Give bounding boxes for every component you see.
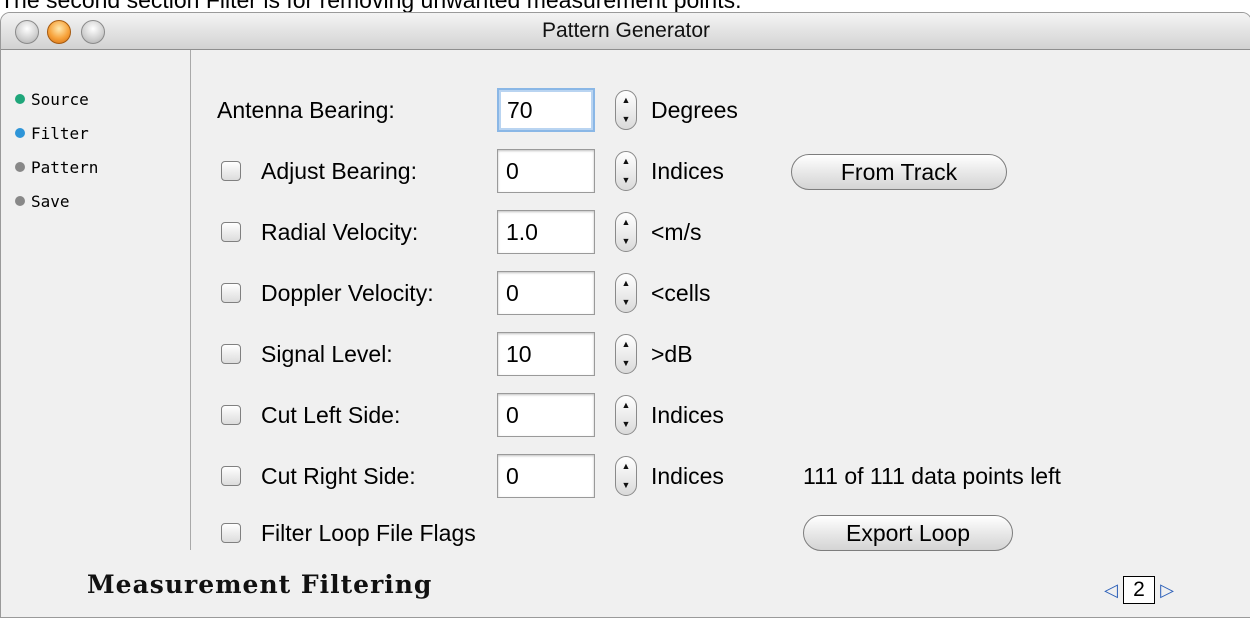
sidebar-item-pattern[interactable]: Pattern bbox=[15, 156, 98, 178]
cut-right-side-checkbox[interactable] bbox=[221, 466, 241, 486]
cut-right-side-unit: Indices bbox=[651, 463, 724, 489]
filter-loop-file-flags-checkbox[interactable] bbox=[221, 523, 241, 543]
section-title: Measurement Filtering bbox=[87, 570, 433, 599]
cut-right-side-input[interactable]: 0 bbox=[497, 454, 595, 498]
stepper-down-icon[interactable]: ▼ bbox=[616, 110, 636, 129]
pattern-generator-window: Pattern Generator Source Filter Pattern … bbox=[0, 12, 1250, 618]
export-loop-button[interactable]: Export Loop bbox=[803, 515, 1013, 551]
stepper-down-icon[interactable]: ▼ bbox=[616, 354, 636, 373]
radial-velocity-checkbox[interactable] bbox=[221, 222, 241, 242]
sidebar-item-label: Save bbox=[31, 191, 70, 211]
antenna-bearing-stepper[interactable]: ▲ ▼ bbox=[615, 90, 637, 130]
adjust-bearing-unit: Indices bbox=[651, 158, 724, 184]
signal-level-unit: >dB bbox=[651, 341, 693, 367]
stepper-down-icon[interactable]: ▼ bbox=[616, 232, 636, 251]
sidebar-item-source[interactable]: Source bbox=[15, 88, 89, 110]
caption-text: The second section Filter is for removin… bbox=[0, 0, 1250, 12]
steps-sidebar: Source Filter Pattern Save bbox=[1, 50, 191, 550]
step-status-dot bbox=[15, 196, 25, 206]
stepper-up-icon[interactable]: ▲ bbox=[616, 274, 636, 293]
stepper-down-icon[interactable]: ▼ bbox=[616, 293, 636, 312]
adjust-bearing-input[interactable]: 0 bbox=[497, 149, 595, 193]
cut-left-side-stepper[interactable]: ▲ ▼ bbox=[615, 395, 637, 435]
sidebar-item-label: Filter bbox=[31, 123, 89, 143]
stepper-up-icon[interactable]: ▲ bbox=[616, 91, 636, 110]
adjust-bearing-checkbox[interactable] bbox=[221, 161, 241, 181]
antenna-bearing-input[interactable]: 70 bbox=[497, 88, 595, 132]
adjust-bearing-label: Adjust Bearing: bbox=[261, 158, 417, 184]
stepper-down-icon[interactable]: ▼ bbox=[616, 476, 636, 495]
antenna-bearing-unit: Degrees bbox=[651, 97, 738, 123]
doppler-velocity-label: Doppler Velocity: bbox=[261, 280, 434, 306]
radial-velocity-label: Radial Velocity: bbox=[261, 219, 419, 245]
data-points-left-status: 111 of 111 data points left bbox=[803, 463, 1061, 489]
title-bar[interactable]: Pattern Generator bbox=[1, 13, 1250, 50]
step-status-dot bbox=[15, 128, 25, 138]
filter-panel: Antenna Bearing: 70 ▲ ▼ Degrees Adjust B… bbox=[191, 50, 1250, 551]
antenna-bearing-label: Antenna Bearing: bbox=[217, 97, 395, 123]
cut-right-side-label: Cut Right Side: bbox=[261, 463, 416, 489]
sidebar-item-label: Pattern bbox=[31, 157, 99, 177]
doppler-velocity-checkbox[interactable] bbox=[221, 283, 241, 303]
sidebar-item-label: Source bbox=[31, 89, 89, 109]
radial-velocity-input[interactable]: 1.0 bbox=[497, 210, 595, 254]
stepper-down-icon[interactable]: ▼ bbox=[616, 415, 636, 434]
adjust-bearing-stepper[interactable]: ▲ ▼ bbox=[615, 151, 637, 191]
page-navigator: ◁ 2 ▷ bbox=[1099, 575, 1179, 605]
signal-level-label: Signal Level: bbox=[261, 341, 393, 367]
sidebar-item-save[interactable]: Save bbox=[15, 190, 70, 212]
window-title: Pattern Generator bbox=[541, 19, 711, 42]
cut-left-side-input[interactable]: 0 bbox=[497, 393, 595, 437]
cut-left-side-checkbox[interactable] bbox=[221, 405, 241, 425]
stepper-up-icon[interactable]: ▲ bbox=[616, 396, 636, 415]
from-track-button[interactable]: From Track bbox=[791, 154, 1007, 190]
radial-velocity-stepper[interactable]: ▲ ▼ bbox=[615, 212, 637, 252]
step-status-dot bbox=[15, 94, 25, 104]
doppler-velocity-input[interactable]: 0 bbox=[497, 271, 595, 315]
stepper-down-icon[interactable]: ▼ bbox=[616, 171, 636, 190]
stepper-up-icon[interactable]: ▲ bbox=[616, 335, 636, 354]
next-page-icon[interactable]: ▷ bbox=[1155, 575, 1179, 605]
filter-loop-file-flags-label: Filter Loop File Flags bbox=[261, 520, 476, 546]
previous-page-icon[interactable]: ◁ bbox=[1099, 575, 1123, 605]
cut-right-side-stepper[interactable]: ▲ ▼ bbox=[615, 456, 637, 496]
doppler-velocity-stepper[interactable]: ▲ ▼ bbox=[615, 273, 637, 313]
sidebar-item-filter[interactable]: Filter bbox=[15, 122, 89, 144]
step-status-dot bbox=[15, 162, 25, 172]
doppler-velocity-unit: <cells bbox=[651, 280, 711, 306]
cut-left-side-label: Cut Left Side: bbox=[261, 402, 401, 428]
cut-left-side-unit: Indices bbox=[651, 402, 724, 428]
signal-level-stepper[interactable]: ▲ ▼ bbox=[615, 334, 637, 374]
stepper-up-icon[interactable]: ▲ bbox=[616, 213, 636, 232]
radial-velocity-unit: <m/s bbox=[651, 219, 702, 245]
stepper-up-icon[interactable]: ▲ bbox=[616, 457, 636, 476]
signal-level-input[interactable]: 10 bbox=[497, 332, 595, 376]
stepper-up-icon[interactable]: ▲ bbox=[616, 152, 636, 171]
signal-level-checkbox[interactable] bbox=[221, 344, 241, 364]
page-number: 2 bbox=[1123, 576, 1155, 604]
